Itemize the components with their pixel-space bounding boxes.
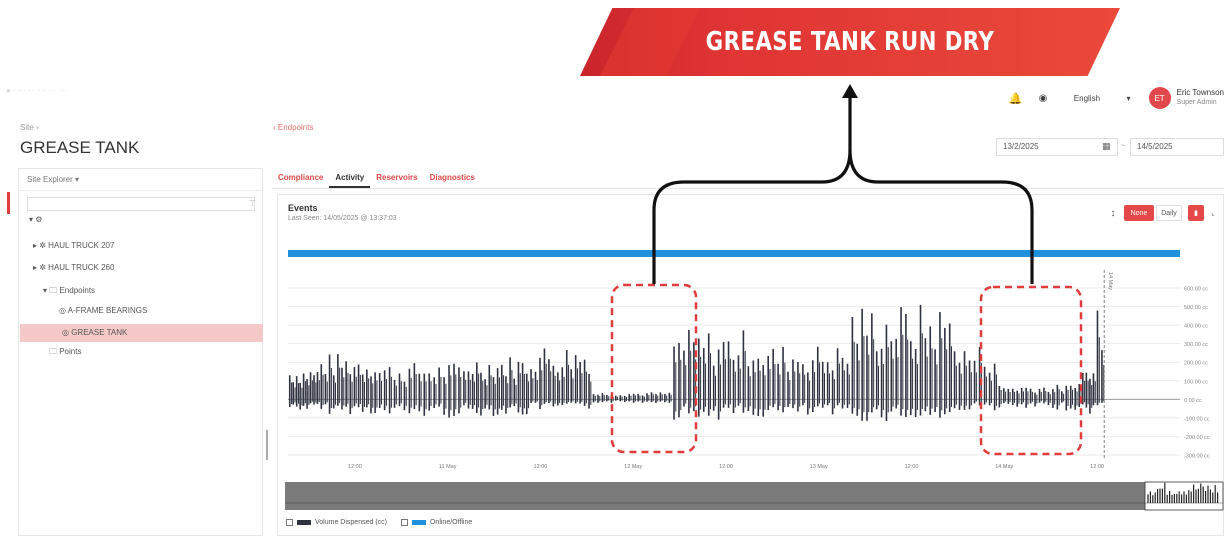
chart-legend: Volume Dispensed (cc) Online/Offline <box>286 519 472 526</box>
breadcrumb-endpoints[interactable]: ‹ Endpoints <box>273 123 313 132</box>
date-separator: ~ <box>1121 141 1126 150</box>
line-chart-icon[interactable]: ⌞ <box>1206 205 1220 221</box>
header-right: 🔔 ◉ English ▾ ET Eric Townson Super Admi… <box>1009 84 1224 112</box>
user-role: Super Admin <box>1176 99 1217 106</box>
annotation-banner: GREASE TANK RUN DRY <box>580 8 1120 76</box>
globe-icon: ◉ <box>1038 92 1048 104</box>
banner-title: GREASE TANK RUN DRY <box>705 27 995 57</box>
breadcrumb-site[interactable]: Site › <box>20 123 39 132</box>
bell-icon[interactable]: 🔔 <box>1009 92 1023 105</box>
bar-chart-icon[interactable]: ▮ <box>1188 205 1204 221</box>
events-panel: Events Last Seen: 14/05/2025 @ 13:37:03 … <box>277 194 1224 536</box>
tree-item[interactable]: ▸ ✲ HAUL TRUCK 260 <box>33 263 114 272</box>
splitter-handle[interactable] <box>266 430 268 460</box>
legend-online-swatch <box>411 520 426 525</box>
events-title: Events <box>288 203 318 213</box>
top-nav-faint: ● · ··· ·· ···· ··· ··· <box>6 86 67 95</box>
date-to-input[interactable]: 14/5/2025 <box>1130 138 1224 156</box>
tree-item[interactable]: ▾ 🗀 Endpoints <box>43 285 95 299</box>
tree-item[interactable]: ◎ GREASE TANK <box>20 324 263 342</box>
language-label: English <box>1073 93 1101 103</box>
endpoint-tabs: Compliance Activity Reservoirs Diagnostics <box>272 169 1224 189</box>
tree-item[interactable]: ▾ ⚙ <box>29 215 42 224</box>
page-title: GREASE TANK <box>20 138 140 157</box>
sort-icon[interactable]: ↕ <box>1108 205 1118 221</box>
tab-diagnostics[interactable]: Diagnostics <box>424 169 481 188</box>
legend-online-label: Online/Offline <box>429 519 473 526</box>
last-seen: Last Seen: 14/05/2025 @ 13:37:03 <box>288 215 397 222</box>
explorer-title[interactable]: Site Explorer ▾ <box>19 169 262 191</box>
calendar-icon[interactable]: ▦ <box>1102 141 1111 152</box>
none-button[interactable]: None <box>1124 205 1154 221</box>
explorer-collapse-tab[interactable] <box>7 192 10 214</box>
daily-button[interactable]: Daily <box>1156 205 1182 221</box>
tab-compliance[interactable]: Compliance <box>272 169 329 188</box>
tree-item[interactable]: ◎ A-FRAME BEARINGS <box>59 306 147 315</box>
avatar[interactable]: ET <box>1148 87 1171 109</box>
tab-reservoirs[interactable]: Reservoirs <box>370 169 423 188</box>
user-name: Eric Townson <box>1176 88 1224 97</box>
legend-online-checkbox[interactable] <box>400 519 408 526</box>
tree-item[interactable]: 🗀 Points <box>49 346 81 360</box>
date-from-input[interactable]: 13/2/2025 <box>996 138 1118 156</box>
annotation-arrowhead <box>842 84 858 98</box>
legend-volume-label: Volume Dispensed (cc) <box>315 519 387 526</box>
legend-volume-checkbox[interactable] <box>286 519 293 526</box>
tree-item[interactable]: ▸ ✲ HAUL TRUCK 207 <box>33 241 114 250</box>
site-explorer: Site Explorer ▾ ⊤ ▾ ⚙ ▸ ✲ HAUL TRUCK 207 ▸… <box>18 168 263 536</box>
tab-activity[interactable]: Activity <box>329 169 371 188</box>
filter-icon[interactable]: ⊤ <box>249 199 256 208</box>
explorer-search-input[interactable] <box>27 197 255 211</box>
user-info[interactable]: Eric Townson Super Admin <box>1177 88 1224 108</box>
legend-volume-swatch <box>297 520 311 525</box>
language-select[interactable]: ◉ English ▾ <box>1033 93 1137 104</box>
chevron-down-icon: ▾ <box>1126 93 1131 103</box>
